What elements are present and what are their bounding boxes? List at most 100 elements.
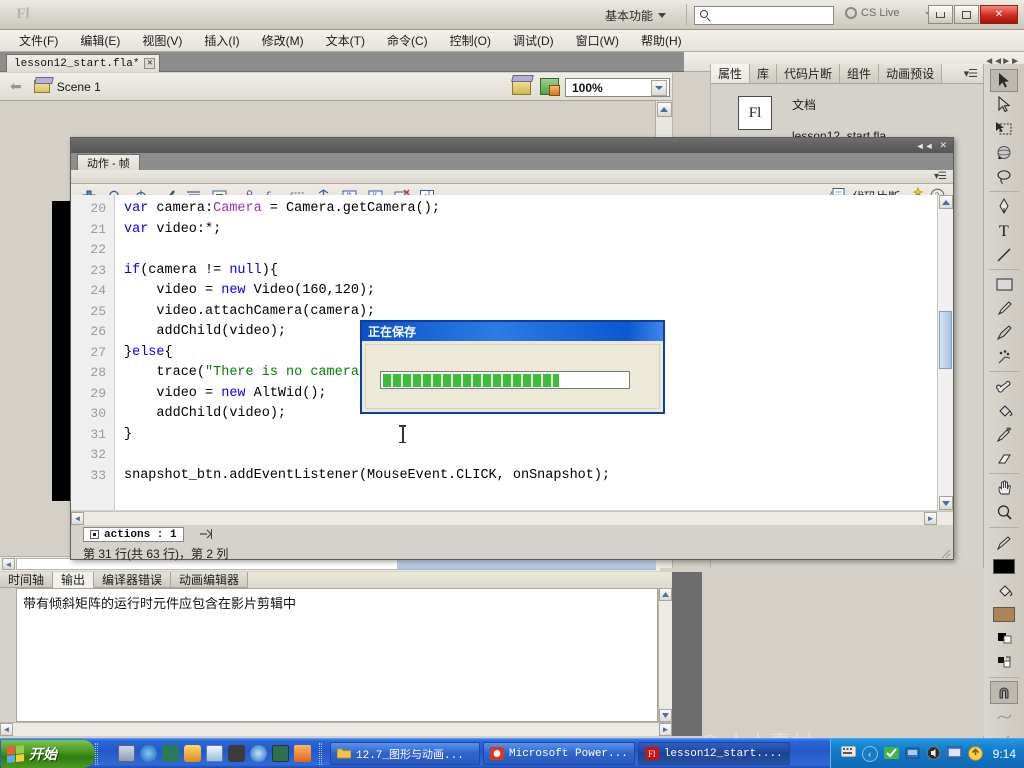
scroll-up-button[interactable] xyxy=(656,102,672,117)
collapse-icon[interactable]: ◄◄ xyxy=(916,141,934,151)
menu-file[interactable]: 文件(F) xyxy=(8,30,69,51)
restore-button[interactable] xyxy=(954,5,979,24)
workspace-switcher[interactable]: 基本功能 xyxy=(605,6,667,25)
lasso-tool[interactable] xyxy=(990,165,1018,188)
code-horizontal-scrollbar[interactable]: ◄ ► xyxy=(71,511,953,525)
snap-to-objects-toggle[interactable] xyxy=(990,681,1018,704)
keyboard-icon[interactable] xyxy=(840,745,857,761)
stroke-color-swatch[interactable] xyxy=(990,531,1018,554)
menu-view[interactable]: 视图(V) xyxy=(131,30,193,51)
paint-bucket-tool[interactable] xyxy=(990,399,1018,422)
scene-label[interactable]: Scene 1 xyxy=(57,80,101,94)
ie-icon[interactable] xyxy=(250,745,267,762)
tab-components[interactable]: 组件 xyxy=(840,64,880,83)
hand-tool[interactable] xyxy=(990,477,1018,500)
document-tab[interactable]: lesson12_start.fla* ✕ xyxy=(6,54,161,72)
sogou-icon[interactable] xyxy=(162,745,179,762)
scroll-right-button[interactable]: ► xyxy=(659,723,672,736)
smooth-option[interactable] xyxy=(990,705,1018,728)
calculator-icon[interactable] xyxy=(272,745,289,762)
tab-code-snippets[interactable]: 代码片断 xyxy=(777,64,841,83)
deco-tool[interactable] xyxy=(990,345,1018,368)
start-button[interactable]: 开始 xyxy=(1,739,95,768)
antivirus-icon[interactable] xyxy=(883,746,899,761)
scroll-up-button[interactable] xyxy=(659,588,672,601)
tab-actions-frame[interactable]: 动作 - 帧 xyxy=(77,154,140,170)
cs-live-button[interactable]: CS Live xyxy=(845,7,900,19)
bone-tool[interactable] xyxy=(990,375,1018,398)
scroll-left-button[interactable]: ◄ xyxy=(2,558,15,570)
scrollbar-thumb[interactable] xyxy=(939,311,952,369)
menu-control[interactable]: 控制(O) xyxy=(439,30,502,51)
black-and-white-button[interactable] xyxy=(990,627,1018,650)
code-line[interactable]: var video:*; xyxy=(124,220,953,241)
scroll-right-button[interactable]: ► xyxy=(924,512,937,525)
swap-colors-button[interactable] xyxy=(990,651,1018,674)
tab-compiler-errors[interactable]: 编译器错误 xyxy=(94,572,172,588)
search-box[interactable] xyxy=(694,6,834,25)
free-transform-tool[interactable] xyxy=(990,117,1018,140)
paint-bucket-swatch-icon[interactable] xyxy=(990,579,1018,602)
menu-insert[interactable]: 插入(I) xyxy=(193,30,250,51)
close-icon[interactable]: ✕ xyxy=(939,140,947,151)
tab-motion-presets[interactable]: 动画预设 xyxy=(879,64,943,83)
network-icon[interactable] xyxy=(905,746,920,761)
scrollbar-thumb[interactable] xyxy=(397,559,656,569)
resize-grip-icon[interactable] xyxy=(939,547,951,559)
menu-help[interactable]: 帮助(H) xyxy=(630,30,693,51)
notepad-icon[interactable] xyxy=(206,745,223,762)
code-line[interactable] xyxy=(124,445,953,466)
scroll-left-button[interactable]: ◄ xyxy=(71,512,84,525)
menu-commands[interactable]: 命令(C) xyxy=(376,30,439,51)
clock[interactable]: 9:14 xyxy=(993,747,1016,761)
3d-rotation-tool[interactable] xyxy=(990,141,1018,164)
task-button[interactable]: 12.7_图形与动画... xyxy=(330,742,480,765)
tab-timeline[interactable]: 时间轴 xyxy=(0,572,54,588)
paint-icon[interactable] xyxy=(184,745,201,762)
fill-color-black-swatch[interactable] xyxy=(990,555,1018,578)
panel-menu-icon[interactable]: ▾☰ xyxy=(934,171,947,182)
code-line[interactable] xyxy=(124,240,953,261)
rectangle-tool[interactable] xyxy=(990,273,1018,296)
output-vertical-scrollbar[interactable] xyxy=(658,588,672,722)
subselection-tool[interactable] xyxy=(990,93,1018,116)
code-line[interactable]: var camera:Camera = Camera.getCamera(); xyxy=(124,199,953,220)
show-hidden-icons-icon[interactable]: ‹ xyxy=(861,745,878,762)
pencil-tool[interactable] xyxy=(990,297,1018,320)
scroll-down-button[interactable] xyxy=(939,496,953,510)
eraser-tool[interactable] xyxy=(990,447,1018,470)
eyedropper-tool[interactable] xyxy=(990,423,1018,446)
back-arrow-icon[interactable]: ⬅ xyxy=(10,78,22,95)
pen-tool[interactable] xyxy=(990,195,1018,218)
scroll-up-button[interactable] xyxy=(939,195,953,209)
search-input[interactable] xyxy=(714,9,824,22)
tab-library[interactable]: 库 xyxy=(750,64,778,83)
task-button-active[interactable]: Fl lesson12_start.... xyxy=(637,742,790,765)
outlook-icon[interactable] xyxy=(294,745,311,762)
media-player-icon[interactable] xyxy=(140,745,157,762)
pin-script-icon[interactable] xyxy=(199,528,213,541)
tab-output[interactable]: 输出 xyxy=(53,572,95,588)
actions-panel-titlebar[interactable]: ◄◄ ✕ xyxy=(71,138,953,153)
menu-edit[interactable]: 编辑(E) xyxy=(69,30,131,51)
code-vertical-scrollbar[interactable] xyxy=(937,195,953,510)
screen-icon[interactable] xyxy=(946,746,963,761)
zoom-tool[interactable] xyxy=(990,501,1018,524)
code-line[interactable]: video = new Video(160,120); xyxy=(124,281,953,302)
code-line[interactable]: if(camera != null){ xyxy=(124,261,953,282)
menu-modify[interactable]: 修改(M) xyxy=(251,30,315,51)
output-horizontal-scrollbar[interactable]: ◄ ► xyxy=(0,722,672,736)
code-line[interactable]: } xyxy=(124,425,953,446)
minimize-button[interactable] xyxy=(928,5,953,24)
selection-tool[interactable] xyxy=(990,69,1018,92)
task-button[interactable]: Microsoft Power... xyxy=(483,742,635,765)
code-line[interactable]: snapshot_btn.addEventListener(MouseEvent… xyxy=(124,466,953,487)
panel-menu-icon[interactable]: ▾☰ xyxy=(958,64,983,83)
fill-color-tan-swatch[interactable] xyxy=(990,603,1018,626)
scroll-down-button[interactable] xyxy=(659,709,672,722)
tab-properties[interactable]: 属性 xyxy=(711,64,751,83)
volume-icon[interactable] xyxy=(926,746,941,761)
show-desktop-icon[interactable] xyxy=(118,745,135,762)
flash-player-icon[interactable] xyxy=(228,745,245,762)
brush-tool[interactable] xyxy=(990,321,1018,344)
